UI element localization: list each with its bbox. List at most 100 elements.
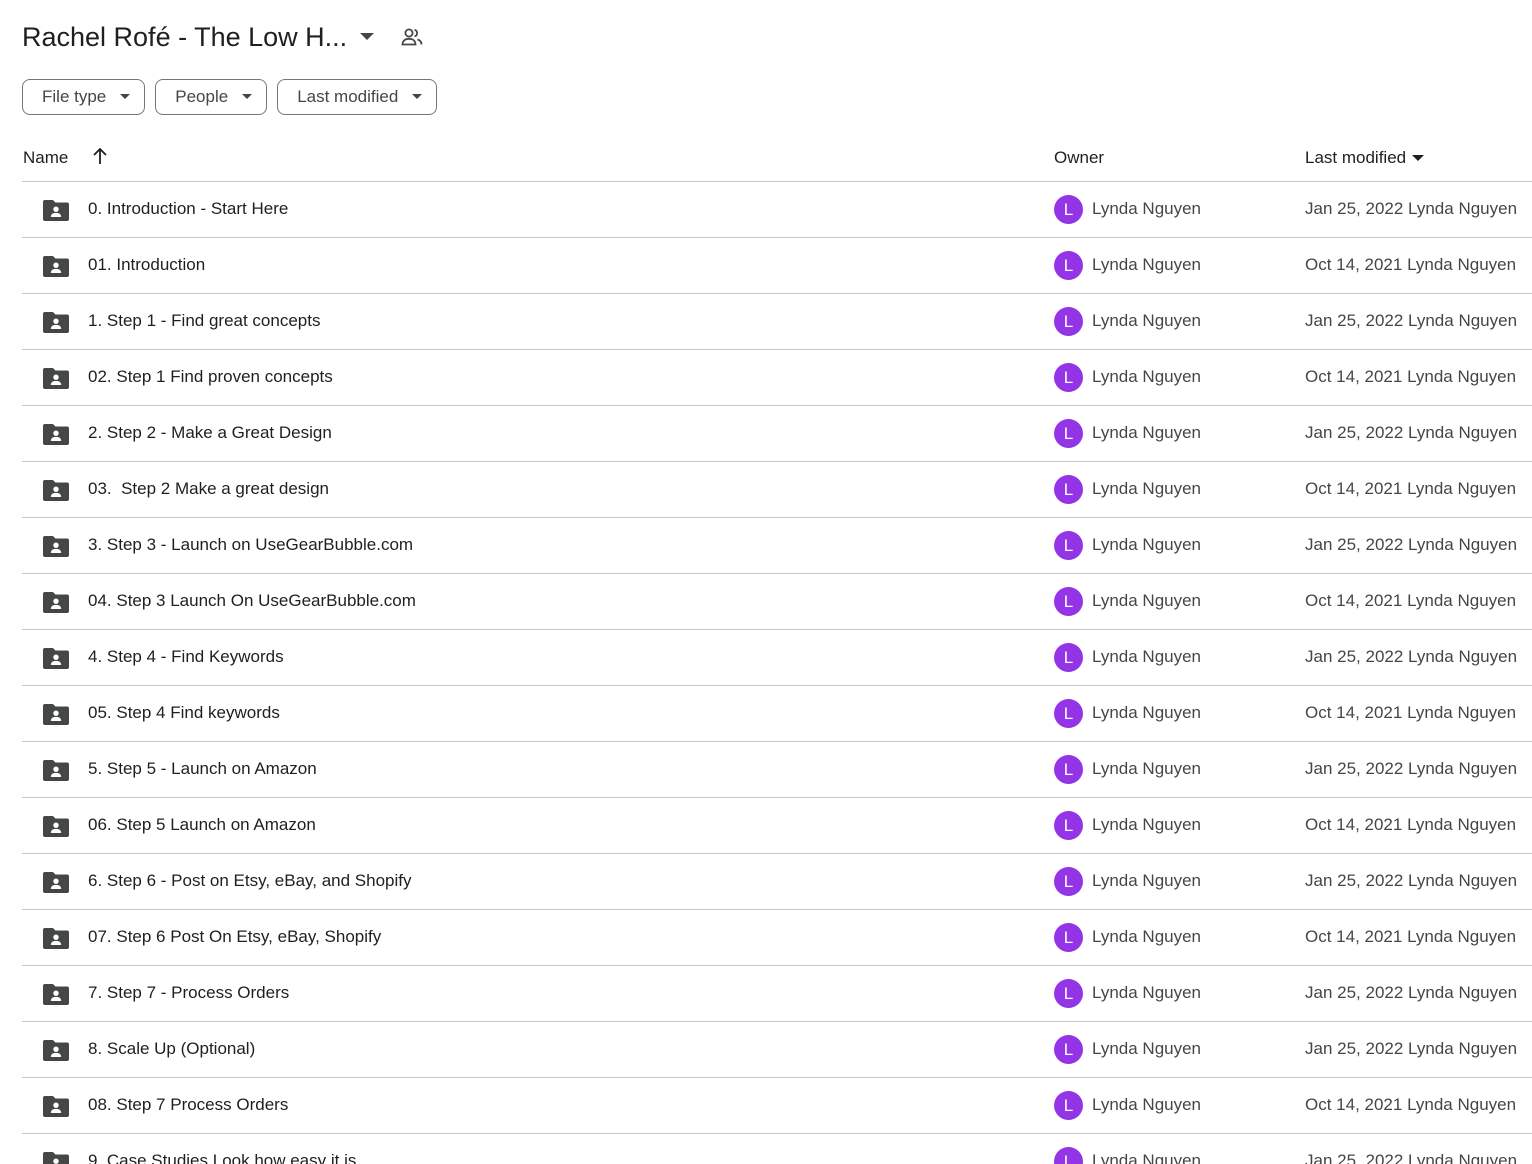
avatar: L — [1054, 475, 1083, 504]
shared-folder-icon — [43, 423, 69, 445]
table-row[interactable]: 01. Introduction L Lynda Nguyen Oct 14, 202… — [22, 238, 1532, 294]
file-list-table: Name Owner Last modified 0. Introduction… — [22, 136, 1532, 1164]
file-name: 1. Step 1 - Find great concepts — [88, 311, 321, 330]
owner-column-header[interactable]: Owner — [1054, 148, 1104, 168]
shared-folder-icon — [43, 1151, 69, 1164]
file-name: 8. Scale Up (Optional) — [88, 1039, 256, 1058]
shared-folder-icon — [43, 927, 69, 949]
shared-folder-icon — [43, 1039, 69, 1061]
table-row[interactable]: 3. Step 3 - Launch on UseGearBubble.com L… — [22, 518, 1532, 574]
avatar: L — [1054, 1147, 1083, 1164]
last-modified-value: Jan 25, 2022 Lynda Nguyen — [1305, 871, 1518, 890]
owner-name: Lynda Nguyen — [1092, 311, 1202, 330]
people-filter[interactable]: People — [155, 79, 268, 115]
drive-folder-view: Rachel Rofé - The Low H... File type Peo… — [0, 0, 1532, 1164]
shared-folder-icon — [43, 647, 69, 669]
table-row[interactable]: 5. Step 5 - Launch on Amazon L Lynda Nguye… — [22, 742, 1532, 798]
last-modified-value: Oct 14, 2021 Lynda Nguyen — [1305, 479, 1517, 498]
owner-name: Lynda Nguyen — [1092, 423, 1202, 442]
shared-folder-icon — [43, 311, 69, 333]
avatar: L — [1054, 587, 1083, 616]
file-name: 03. Step 2 Make a great design — [88, 479, 329, 498]
file-name: 6. Step 6 - Post on Etsy, eBay, and Shop… — [88, 871, 412, 890]
arrow-upward-icon[interactable] — [92, 147, 108, 165]
table-row[interactable]: 06. Step 5 Launch on Amazon L Lynda Nguyen… — [22, 798, 1532, 854]
last-modified-value: Jan 25, 2022 Lynda Nguyen — [1305, 199, 1518, 218]
name-column-header[interactable]: Name — [23, 148, 68, 168]
avatar: L — [1054, 979, 1083, 1008]
table-row[interactable]: 03. Step 2 Make a great design L Lynda Ngu… — [22, 462, 1532, 518]
shared-folder-icon — [43, 255, 69, 277]
table-row[interactable]: 4. Step 4 - Find Keywords L Lynda Nguyen Ja… — [22, 630, 1532, 686]
shared-folder-icon — [43, 199, 69, 221]
file-type-filter[interactable]: File type — [22, 79, 146, 115]
file-name: 7. Step 7 - Process Orders — [88, 983, 290, 1002]
owner-name: Lynda Nguyen — [1092, 1095, 1202, 1114]
owner-name: Lynda Nguyen — [1092, 479, 1202, 498]
owner-name: Lynda Nguyen — [1092, 983, 1202, 1002]
avatar: L — [1054, 363, 1083, 392]
owner-name: Lynda Nguyen — [1092, 815, 1202, 834]
last-modified-value: Jan 25, 2022 Lynda Nguyen — [1305, 1039, 1518, 1058]
file-name: 9. Case Studies Look how easy it is — [88, 1151, 357, 1164]
shared-folder-icon — [43, 591, 69, 613]
shared-folder-icon — [43, 983, 69, 1005]
owner-name: Lynda Nguyen — [1092, 647, 1202, 666]
table-row[interactable]: 8. Scale Up (Optional) L Lynda Nguyen Jan 2… — [22, 1022, 1532, 1078]
avatar: L — [1054, 419, 1083, 448]
arrow-drop-down-icon[interactable] — [353, 23, 381, 51]
table-row[interactable]: 2. Step 2 - Make a Great Design L Lynda Ng… — [22, 406, 1532, 462]
table-row[interactable]: 6. Step 6 - Post on Etsy, eBay, and Shop… — [22, 854, 1532, 910]
table-row[interactable]: 7. Step 7 - Process Orders L Lynda Nguyen J… — [22, 966, 1532, 1022]
owner-name: Lynda Nguyen — [1092, 1151, 1202, 1164]
shared-people-icon[interactable] — [397, 22, 427, 52]
avatar: L — [1054, 1091, 1083, 1120]
last-modified-column-header[interactable]: Last modified — [1305, 148, 1425, 168]
file-name: 02. Step 1 Find proven concepts — [88, 367, 333, 386]
avatar: L — [1054, 531, 1083, 560]
avatar: L — [1054, 307, 1083, 336]
table-row[interactable]: 04. Step 3 Launch On UseGearBubble.com L L… — [22, 574, 1532, 630]
file-name: 08. Step 7 Process Orders — [88, 1095, 289, 1114]
last-modified-value: Jan 25, 2022 Lynda Nguyen — [1305, 311, 1518, 330]
table-row[interactable]: 05. Step 4 Find keywords L Lynda Nguyen Oct… — [22, 686, 1532, 742]
last-modified-value: Oct 14, 2021 Lynda Nguyen — [1305, 255, 1517, 274]
owner-name: Lynda Nguyen — [1092, 703, 1202, 722]
table-row[interactable]: 08. Step 7 Process Orders L Lynda Nguyen Oc… — [22, 1078, 1532, 1134]
file-name: 07. Step 6 Post On Etsy, eBay, Shopify — [88, 927, 382, 946]
file-name: 4. Step 4 - Find Keywords — [88, 647, 284, 666]
owner-name: Lynda Nguyen — [1092, 255, 1202, 274]
table-row[interactable]: 1. Step 1 - Find great concepts L Lynda Ng… — [22, 294, 1532, 350]
last-modified-value: Oct 14, 2021 Lynda Nguyen — [1305, 591, 1517, 610]
avatar: L — [1054, 251, 1083, 280]
people-filter-label: People — [175, 87, 229, 106]
owner-name: Lynda Nguyen — [1092, 871, 1202, 890]
table-row[interactable]: 02. Step 1 Find proven concepts L Lynda Ng… — [22, 350, 1532, 406]
avatar: L — [1054, 699, 1083, 728]
filter-chips: File type People Last modified — [22, 79, 438, 115]
table-row[interactable]: 0. Introduction - Start Here L Lynda Nguye… — [22, 182, 1532, 238]
table-body: 0. Introduction - Start Here L Lynda Nguye… — [22, 182, 1532, 1164]
last-modified-value: Oct 14, 2021 Lynda Nguyen — [1305, 815, 1517, 834]
avatar: L — [1054, 923, 1083, 952]
file-name: 06. Step 5 Launch on Amazon — [88, 815, 316, 834]
table-row[interactable]: 07. Step 6 Post On Etsy, eBay, Shopify L L… — [22, 910, 1532, 966]
arrow-drop-down-icon — [120, 94, 131, 100]
owner-name: Lynda Nguyen — [1092, 1039, 1202, 1058]
file-name: 0. Introduction - Start Here — [88, 199, 289, 218]
table-row[interactable]: 9. Case Studies Look how easy it is L Lynd… — [22, 1134, 1532, 1164]
last-modified-value: Jan 25, 2022 Lynda Nguyen — [1305, 647, 1518, 666]
owner-name: Lynda Nguyen — [1092, 927, 1202, 946]
last-modified-value: Jan 25, 2022 Lynda Nguyen — [1305, 759, 1518, 778]
file-name: 3. Step 3 - Launch on UseGearBubble.com — [88, 535, 414, 554]
last-modified-filter[interactable]: Last modified — [277, 79, 438, 115]
avatar: L — [1054, 755, 1083, 784]
last-modified-filter-label: Last modified — [297, 87, 399, 106]
file-name: 2. Step 2 - Make a Great Design — [88, 423, 332, 442]
shared-folder-icon — [43, 479, 69, 501]
avatar: L — [1054, 867, 1083, 896]
folder-title[interactable]: Rachel Rofé - The Low H... — [22, 22, 347, 53]
arrow-drop-down-icon — [1412, 154, 1425, 162]
last-modified-value: Oct 14, 2021 Lynda Nguyen — [1305, 367, 1517, 386]
avatar: L — [1054, 195, 1083, 224]
